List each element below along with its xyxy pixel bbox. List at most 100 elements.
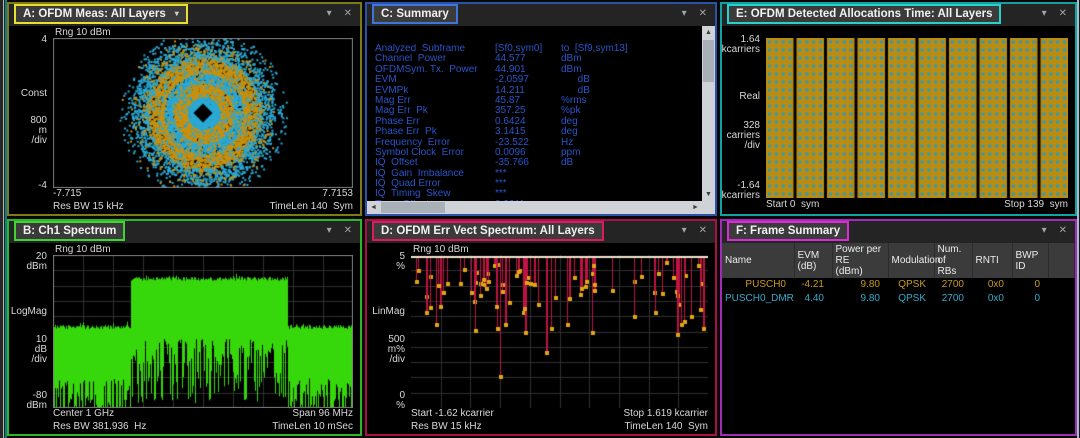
vertical-scroll-thumb[interactable]: [703, 40, 714, 82]
scroll-down-icon[interactable]: ▼: [702, 188, 715, 201]
summary-row: Symbol Clock Error0.0096ppm: [375, 148, 702, 158]
panel-b-tab[interactable]: B: Ch1 Spectrum: [14, 221, 125, 241]
summary-unit: dB: [561, 75, 590, 85]
table-cell: [1048, 292, 1075, 306]
err-vect-canvas[interactable]: [411, 255, 708, 408]
summary-row: IQ Gain Imbalance***: [375, 169, 702, 179]
close-icon[interactable]: ✕: [699, 8, 707, 20]
table-cell: QPSK: [888, 292, 934, 306]
center-freq-label: Center 1 GHz: [53, 408, 114, 421]
y-tick-top: 4: [41, 35, 47, 45]
panel-menu-icon[interactable]: ▾: [327, 225, 332, 237]
scroll-up-icon[interactable]: ▲: [702, 26, 715, 39]
panel-a-tab[interactable]: A: OFDM Meas: All Layers ▾: [14, 4, 188, 24]
horizontal-scrollbar[interactable]: ◄ ►: [367, 201, 702, 214]
summary-unit: dB: [561, 158, 573, 168]
table-cell: PUSCH0: [722, 278, 794, 292]
y-tick-bottom: -80 dBm: [26, 391, 47, 411]
summary-label: Analyzed Subframe: [375, 44, 495, 54]
column-header[interactable]: EVM (dB): [794, 243, 832, 278]
summary-unit: deg: [561, 127, 578, 137]
panel-b-y-axis: 20 dBm LogMag 10 dB /div -80 dBm: [9, 255, 51, 408]
summary-label: Symbol Clock Error: [375, 148, 495, 158]
constellation-canvas[interactable]: [53, 38, 353, 188]
column-header[interactable]: Modulation: [888, 243, 934, 278]
close-icon[interactable]: ✕: [699, 225, 707, 237]
panel-e-tab[interactable]: E: OFDM Detected Allocations Time: All L…: [727, 4, 1001, 24]
y-axis-format: Const: [21, 89, 47, 99]
summary-label: Mag Err: [375, 96, 495, 106]
panel-menu-icon[interactable]: ▾: [1042, 225, 1047, 237]
column-header[interactable]: [1048, 243, 1075, 278]
close-icon[interactable]: ✕: [1059, 225, 1067, 237]
trace-dropdown-icon[interactable]: ▾: [175, 9, 179, 18]
x-tick-left: -7.715: [53, 188, 81, 201]
table-cell: 0x0: [972, 278, 1012, 292]
y-scale-per-div: 800 m /div: [30, 116, 47, 146]
panel-e-allocations: E: OFDM Detected Allocations Time: All L…: [720, 2, 1077, 216]
allocations-canvas[interactable]: [766, 38, 1068, 198]
summary-label: IQ Offset: [375, 158, 495, 168]
scroll-right-icon[interactable]: ►: [689, 201, 702, 214]
range-label: Rng 10 dBm: [413, 244, 469, 255]
table-row[interactable]: PUSCH0_DMRS4.409.80QPSK27000x00: [722, 292, 1075, 306]
scrollbar-corner: [702, 201, 715, 214]
y-tick-bottom: -4: [38, 181, 47, 191]
vsa-window: A: OFDM Meas: All Layers ▾ ▾ ✕ Rng 10 dBm…: [0, 0, 1080, 438]
column-header[interactable]: Power per RE (dBm): [832, 243, 888, 278]
timelen-label: TimeLen 140 Sym: [624, 421, 708, 434]
resbw-label: Res BW 15 kHz: [53, 201, 124, 214]
panel-d-y-axis: 5 % LinMag 500 m% /div 0 %: [367, 255, 409, 408]
column-header[interactable]: Num. of RBs: [934, 243, 972, 278]
panel-c-titlebar: C: Summary ▾ ✕: [367, 4, 715, 26]
column-header[interactable]: RNTI: [972, 243, 1012, 278]
table-cell: 2700: [934, 292, 972, 306]
panel-menu-icon[interactable]: ▾: [1042, 8, 1047, 20]
table-row[interactable]: PUSCH0-4.219.80QPSK27000x00: [722, 278, 1075, 292]
timelen-label: TimeLen 140 Sym: [269, 201, 353, 214]
summary-label: Channel Power: [375, 54, 495, 64]
horizontal-scroll-thumb[interactable]: [381, 202, 445, 213]
table-cell: PUSCH0_DMRS: [722, 292, 794, 306]
summary-row: Phase Err Pk3.1415deg: [375, 127, 702, 137]
y-axis-format: Real: [739, 92, 760, 102]
panel-f-frame-summary: F: Frame Summary ▾ ✕ NameEVM (dB)Power p…: [720, 219, 1077, 436]
table-cell: -4.21: [794, 278, 832, 292]
span-label: Span 96 MHz: [292, 408, 353, 421]
summary-rows: Analyzed Subframe[Sf0,sym0]to [Sf9,sym13…: [367, 26, 702, 201]
y-axis-format: LinMag: [372, 307, 405, 317]
panel-c-title: C: Summary: [381, 8, 449, 20]
table-cell: QPSK: [888, 278, 934, 292]
table-cell: 4.40: [794, 292, 832, 306]
close-icon[interactable]: ✕: [344, 225, 352, 237]
scroll-left-icon[interactable]: ◄: [367, 201, 380, 214]
y-scale-per-div: 328 carriers /div: [727, 121, 760, 151]
panel-menu-icon[interactable]: ▾: [682, 8, 687, 20]
panel-menu-icon[interactable]: ▾: [327, 8, 332, 20]
close-icon[interactable]: ✕: [344, 8, 352, 20]
y-tick-top: 1.64 kcarriers: [722, 35, 760, 55]
panel-menu-icon[interactable]: ▾: [682, 225, 687, 237]
panel-a-title: A: OFDM Meas: All Layers: [23, 8, 166, 20]
table-cell: 2700: [934, 278, 972, 292]
close-icon[interactable]: ✕: [1059, 8, 1067, 20]
y-tick-top: 5 %: [396, 252, 405, 272]
range-label: Rng 10 dBm: [55, 244, 111, 255]
panel-f-tab[interactable]: F: Frame Summary: [727, 221, 849, 241]
panel-d-tab[interactable]: D: OFDM Err Vect Spectrum: All Layers: [372, 221, 604, 241]
vertical-scrollbar[interactable]: ▲ ▼: [702, 26, 715, 201]
column-header[interactable]: BWP ID: [1012, 243, 1048, 278]
panel-e-y-axis: 1.64 kcarriers Real 328 carriers /div -1…: [722, 38, 764, 198]
column-header[interactable]: Name: [722, 243, 794, 278]
summary-value: -2.0597: [495, 75, 561, 85]
table-header-row: NameEVM (dB)Power per RE (dBm)Modulation…: [722, 243, 1075, 278]
spectrum-plot: [53, 255, 353, 408]
panel-d-title: D: OFDM Err Vect Spectrum: All Layers: [381, 225, 595, 237]
panel-c-summary: C: Summary ▾ ✕ Analyzed Subframe[Sf0,sym…: [365, 2, 717, 216]
y-axis-format: LogMag: [11, 307, 47, 317]
summary-label: Phase Err: [375, 117, 495, 127]
spectrum-canvas[interactable]: [53, 255, 353, 408]
panel-c-tab[interactable]: C: Summary: [372, 4, 458, 24]
table-cell: 0x0: [972, 292, 1012, 306]
panel-a-titlebar: A: OFDM Meas: All Layers ▾ ▾ ✕: [9, 4, 360, 26]
